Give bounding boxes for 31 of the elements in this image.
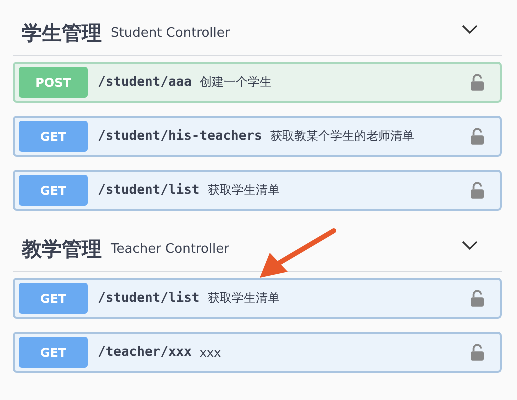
section-subtitle: Student Controller — [111, 26, 232, 41]
lock-icon[interactable] — [471, 344, 484, 361]
operation-row[interactable]: GET /student/list 获取学生清单 — [13, 170, 502, 211]
endpoint-path: /student/list — [98, 183, 200, 198]
operation-row[interactable]: GET /student/his-teachers 获取教某个学生的老师清单 — [13, 116, 502, 157]
endpoint-path: /student/list — [98, 291, 200, 306]
chevron-down-icon[interactable] — [462, 240, 478, 250]
lock-icon[interactable] — [471, 74, 484, 91]
lock-icon[interactable] — [471, 128, 484, 145]
method-badge: GET — [19, 337, 88, 368]
endpoint-summary: 获取学生清单 — [208, 290, 281, 307]
endpoint-path: /student/his-teachers — [98, 129, 262, 144]
endpoint-summary: 获取学生清单 — [208, 182, 281, 199]
method-badge: GET — [19, 121, 88, 152]
endpoint-summary: 获取教某个学生的老师清单 — [270, 128, 416, 145]
section-title: 教学管理 — [22, 236, 102, 263]
endpoint-summary: xxx — [200, 346, 222, 360]
operation-row[interactable]: GET /student/list 获取学生清单 — [13, 278, 502, 319]
section-title: 学生管理 — [22, 20, 102, 47]
endpoint-path: /teacher/xxx — [98, 345, 192, 360]
section-subtitle: Teacher Controller — [111, 242, 231, 257]
chevron-down-icon[interactable] — [462, 24, 478, 34]
lock-icon[interactable] — [471, 182, 484, 199]
method-badge: POST — [19, 67, 88, 98]
endpoint-summary: 创建一个学生 — [200, 74, 273, 91]
operation-row[interactable]: GET /teacher/xxx xxx — [13, 332, 502, 373]
method-badge: GET — [19, 175, 88, 206]
section-header[interactable]: 学生管理 Student Controller — [13, 12, 502, 56]
lock-icon[interactable] — [471, 290, 484, 307]
endpoint-path: /student/aaa — [98, 75, 192, 90]
method-badge: GET — [19, 283, 88, 314]
